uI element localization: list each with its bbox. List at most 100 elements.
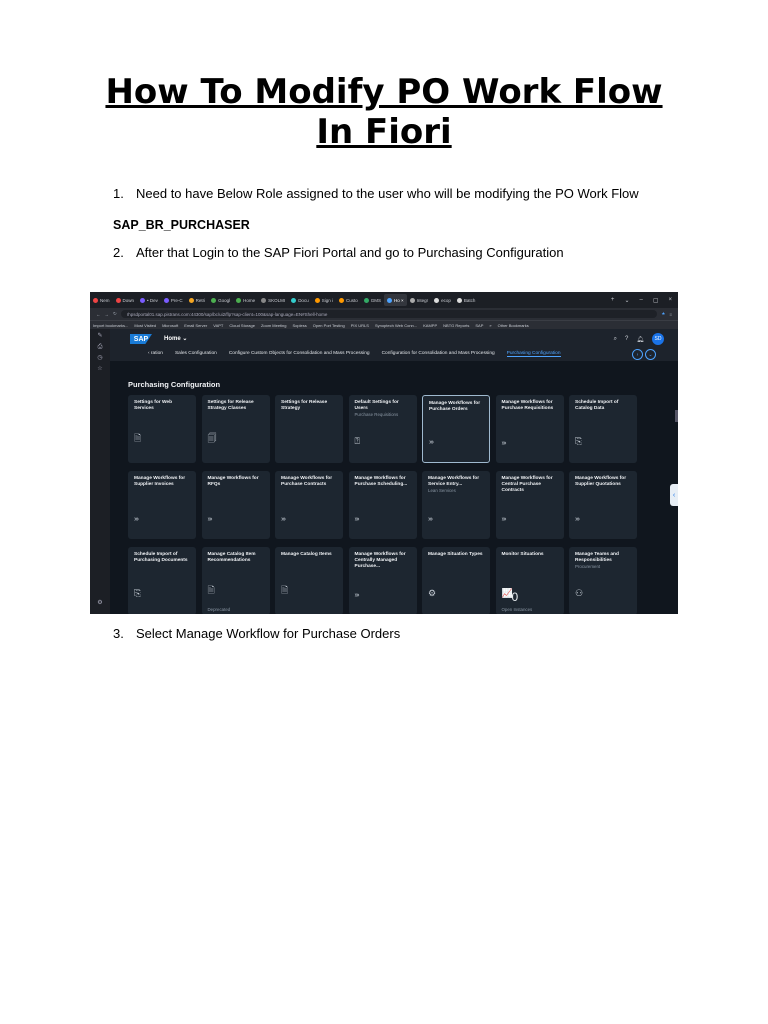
browser-tab[interactable]: Retri (186, 294, 209, 306)
bookmark-item[interactable]: VAPT (213, 323, 223, 328)
anchor-nav-item[interactable]: Sales Configuration (175, 351, 217, 357)
bookmark-item[interactable]: Most Visited (134, 323, 156, 328)
app-tile[interactable]: Manage Workflows for Purchase Requisitio… (495, 395, 564, 463)
browser-tab[interactable]: Home (233, 294, 258, 306)
menu-icon[interactable]: ≡ (669, 312, 678, 317)
browser-tab[interactable]: Integr (407, 294, 432, 306)
bookmark-item[interactable]: Sopless (293, 323, 307, 328)
app-tile[interactable]: Manage Workflows for Service Entry... Lea… (422, 471, 490, 539)
workflow-arrows-icon: ››› (354, 516, 360, 523)
left-rail: ✎ ⎙ ◷ ☆ ⚙ (90, 329, 110, 614)
window-control[interactable]: + (611, 297, 615, 304)
tile-title: Manage Workflows for RFQs (207, 476, 259, 487)
notification-icon[interactable]: 🔔︎ (636, 336, 644, 343)
search-icon[interactable]: ⌕ (614, 336, 617, 343)
help-icon[interactable]: ? (625, 336, 628, 342)
bookmark-item[interactable]: Import bookmarks... (93, 323, 128, 328)
anchor-nav-item[interactable]: Configure Custom Objects for Consolidati… (229, 351, 370, 357)
browser-tab[interactable]: Nem (90, 294, 113, 306)
window-control[interactable]: ⌄ (624, 297, 629, 304)
clock-icon[interactable]: ◷ (96, 354, 104, 362)
sap-logo[interactable]: SAP (130, 334, 152, 344)
forward-icon[interactable]: → (105, 312, 110, 317)
app-tile[interactable]: Manage Workflows for Purchase Contracts ›… (275, 471, 343, 539)
app-tile[interactable]: Manage Workflows for Supplier Invoices ››… (128, 471, 196, 539)
browser-tab[interactable]: Custo (336, 294, 361, 306)
bookmark-item[interactable]: Other Bookmarks (498, 323, 529, 328)
browser-tab[interactable]: GMS (361, 294, 384, 306)
anchor-nav: ‹ ration Sales Configuration Configure Cus… (148, 351, 561, 357)
app-tile[interactable]: Manage Workflows for Supplier Quotations… (569, 471, 637, 539)
anchor-nav-item[interactable]: Purchasing Configuration (506, 351, 561, 357)
browser-tab[interactable]: Down (113, 294, 138, 306)
bookmark-item[interactable]: NBTG Reports (443, 323, 469, 328)
role-name: SAP_BR_PURCHASER (113, 218, 250, 232)
user-settings-icon: ⍰ (354, 436, 360, 446)
chevron-right-icon[interactable]: › (632, 349, 643, 360)
home-menu[interactable]: Home ⌄ (164, 335, 187, 342)
bookmark-item[interactable]: Open Port Testing (313, 323, 345, 328)
tool-icon[interactable]: ✎ (96, 332, 104, 340)
chevron-down-icon[interactable]: ⌄ (645, 349, 656, 360)
app-tile[interactable]: Settings for Release Strategy (275, 395, 343, 463)
app-tile[interactable]: Manage Workflows for Central Purchase Co… (495, 471, 564, 539)
anchor-nav-item[interactable]: Configuration for Consolidation and Mass… (382, 351, 495, 357)
avatar[interactable]: SD (652, 333, 664, 345)
app-tile[interactable]: Manage Workflows for Centrally Managed P… (348, 547, 417, 614)
app-tile[interactable]: Manage Workflows for Purchase Orders ››› (422, 395, 490, 463)
bookmark-item[interactable]: Cloud Storage (229, 323, 255, 328)
browser-tab[interactable]: Pre-C (161, 294, 186, 306)
bookmark-item[interactable]: SAP (475, 323, 483, 328)
app-tile[interactable]: Settings for Web Services 🗎 (128, 395, 196, 463)
reload-icon[interactable]: ↻ (113, 311, 117, 317)
bookmark-item[interactable]: PIX URLS (351, 323, 369, 328)
tile-title: Manage Workflows for Central Purchase Co… (501, 476, 553, 493)
browser-tab[interactable]: Batch (454, 294, 479, 306)
title-line-1: How To Modify PO Work Flow (105, 72, 663, 112)
side-panel-toggle[interactable]: ‹ (670, 484, 678, 506)
star-icon[interactable]: ★ (661, 311, 665, 317)
browser-tab[interactable]: • Dev (137, 294, 161, 306)
tab-favicon-icon (434, 297, 440, 303)
browser-tab[interactable]: Sign i (312, 294, 336, 306)
app-tile[interactable]: Manage Workflows for RFQs ››› (201, 471, 270, 539)
browser-tab[interactable]: Docu (288, 294, 312, 306)
app-tile[interactable]: Schedule Import of Catalog Data ⎘ (569, 395, 637, 463)
bookmark-item[interactable]: Microsoft (162, 323, 178, 328)
app-tile[interactable]: Manage Workflows for Purchase Scheduling… (348, 471, 417, 539)
app-tile[interactable]: Monitor Situations 📈 0 Open Instances (495, 547, 564, 614)
app-tile[interactable]: Manage Teams and Responsibilities Procure… (569, 547, 637, 614)
tab-favicon-icon (409, 297, 415, 303)
bookmark-item[interactable]: » (489, 323, 491, 328)
tab-favicon-icon (93, 297, 98, 303)
clipboard-icon[interactable]: ⎙ (96, 343, 104, 351)
document-title: How To Modify PO Work Flow In Fiori (0, 72, 768, 152)
app-tile[interactable]: Schedule Import of Purchasing Documents ⎘ (128, 547, 196, 614)
browser-tab[interactable]: SKOLMI (258, 294, 288, 306)
browser-tab[interactable]: ecop (431, 294, 454, 306)
step-text: Select Manage Workflow for Purchase Orde… (136, 626, 401, 641)
app-tile[interactable]: Manage Catalog Item Recommendations 🗎 Depr… (201, 547, 270, 614)
tab-favicon-icon (211, 297, 217, 303)
browser-tab[interactable]: Googl (208, 294, 233, 306)
bookmark-item[interactable]: Email Server (184, 323, 207, 328)
app-tile[interactable]: Default Settings for Users Purchase Requi… (348, 395, 417, 463)
tab-favicon-icon (363, 297, 369, 303)
settings-icon[interactable]: ⚙ (96, 599, 104, 607)
browser-tab[interactable]: Ho × (384, 294, 407, 306)
bookmark-item[interactable]: KAMPP (423, 323, 437, 328)
bookmark-item[interactable]: Zoom Meeting (261, 323, 287, 328)
app-tile[interactable]: Manage Catalog Items 🗎 (275, 547, 343, 614)
anchor-nav-item[interactable]: ‹ ration (148, 351, 163, 357)
window-control[interactable]: ▢ (653, 297, 659, 304)
bookmark-item[interactable]: Synoptech Web Conn... (375, 323, 417, 328)
app-tile[interactable]: Manage Situation Types ⚙ (422, 547, 490, 614)
window-control[interactable]: – (639, 297, 642, 304)
favorite-icon[interactable]: ☆ (96, 365, 104, 373)
url-input[interactable]: rhpsdportal01.sap.pistrans.com:44300/sap… (120, 310, 658, 318)
scrollbar[interactable] (675, 410, 678, 422)
workflow-arrows-icon: ››› (207, 516, 213, 523)
window-control[interactable]: × (668, 297, 672, 304)
back-icon[interactable]: ← (90, 312, 101, 317)
app-tile[interactable]: Settings for Release Strategy Classes 🗐 (201, 395, 270, 463)
